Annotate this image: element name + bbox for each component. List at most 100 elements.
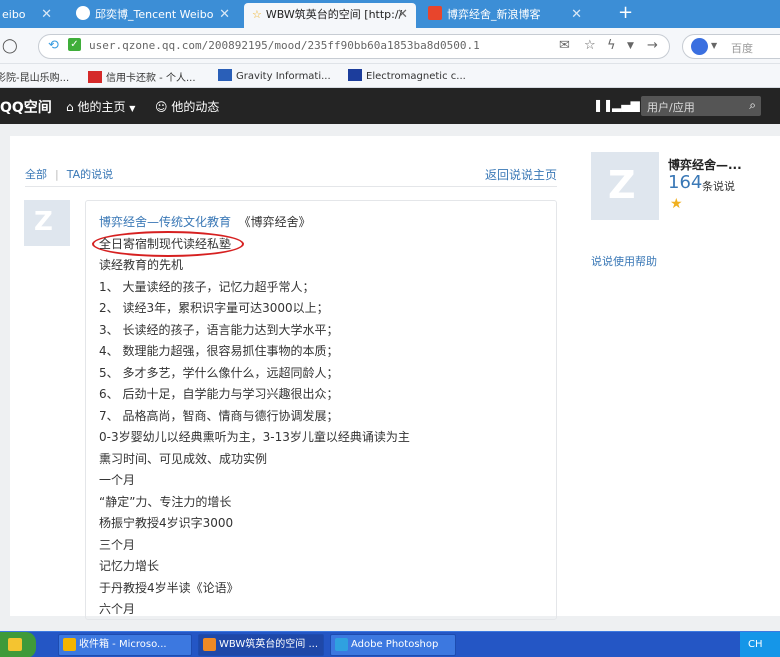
- profile-name[interactable]: 博弈经舍—...: [668, 156, 742, 173]
- taskbar-outlook[interactable]: 收件箱 - Microso...: [58, 634, 192, 656]
- refresh-icon[interactable]: ◯: [2, 38, 18, 54]
- back-to-mood-home-link[interactable]: 返回说说主页: [485, 166, 557, 183]
- post-author-link[interactable]: 博弈经舍—传统文化教育: [99, 215, 231, 229]
- qzone-page: 全部 | TA的说说 返回说说主页 Z 博弈经舍—传统文化教育 《博弈经舍》 全日寄…: [10, 136, 780, 620]
- search-icon[interactable]: ⌕: [749, 98, 756, 113]
- user-app-input[interactable]: 用户/应用: [647, 101, 695, 114]
- qzone-header: QQ空间 ⌂ 他的主页 ▼ ☺ 他的动态 ❚❚ ▂▄▆ 用户/应用 ⌕: [0, 88, 780, 124]
- bookmark-item[interactable]: Gravity Informati...: [218, 69, 331, 82]
- tab-sina-blog[interactable]: 博弈经舍_新浪博客 ✕: [420, 3, 590, 28]
- outlook-icon: [63, 638, 76, 651]
- post-line: 六个月: [99, 602, 136, 616]
- nav-his-home[interactable]: ⌂ 他的主页 ▼: [66, 98, 135, 115]
- home-icon: ⌂: [66, 100, 74, 114]
- nav-label: 他的主页: [77, 100, 126, 114]
- taskbar-label: WBW筑英台的空间 ...: [219, 639, 318, 650]
- close-icon[interactable]: ✕: [397, 3, 408, 27]
- bank-icon: [88, 71, 102, 83]
- eu-flag-icon: [348, 69, 362, 81]
- tab-qzone-active[interactable]: ☆ WBW筑英台的空间 [http:// ✕: [244, 3, 416, 28]
- go-arrow-icon[interactable]: →: [647, 38, 658, 53]
- windows-logo-icon: [8, 638, 22, 651]
- pause-icon[interactable]: ❚❚: [593, 98, 613, 112]
- post-line: 4、 数理能力超强，很容易抓住事物的本质；: [99, 344, 339, 358]
- search-input[interactable]: 百度: [731, 40, 753, 56]
- taskbar-photoshop[interactable]: Adobe Photoshop: [330, 634, 456, 656]
- mood-count: 164: [668, 172, 703, 193]
- chevron-down-icon: ▼: [129, 104, 136, 113]
- post-line: 读经教育的先机: [99, 258, 184, 272]
- post-line: 全日寄宿制现代读经私塾: [99, 237, 232, 251]
- filter-his-posts[interactable]: TA的说说: [67, 168, 113, 181]
- bookmark-label: 信用卡还款 - 个人...: [106, 73, 196, 84]
- bookmark-label: Gravity Informati...: [236, 71, 331, 82]
- tab-label: WBW筑英台的空间 [http://: [265, 8, 403, 21]
- qzone-default-avatar-icon: Z: [608, 163, 636, 207]
- close-icon[interactable]: ✕: [219, 3, 230, 27]
- mood-post: 博弈经舍—传统文化教育 《博弈经舍》 全日寄宿制现代读经私塾 读经教育的先机 1…: [85, 200, 557, 620]
- post-line: “静定”力、专注力的增长: [99, 495, 232, 509]
- lightning-icon[interactable]: ϟ: [607, 38, 616, 53]
- bookmark-label: Electromagnetic c...: [366, 71, 466, 82]
- tab-tencent-weibo[interactable]: 邱奕博_Tencent Weibo ✕: [68, 3, 238, 28]
- tab-weibo-partial[interactable]: eibo ✕: [0, 3, 60, 28]
- nav-his-feed[interactable]: ☺ 他的动态: [155, 98, 219, 115]
- qzone-default-avatar-icon: Z: [34, 207, 53, 237]
- mood-help-link[interactable]: 说说使用帮助: [591, 253, 657, 269]
- bookmark-item[interactable]: 信用卡还款 - 个人...: [88, 69, 196, 84]
- filter-all[interactable]: 全部: [25, 168, 47, 181]
- post-line: 6、 后劲十足，自学能力与学习兴趣很出众；: [99, 387, 339, 401]
- url-text[interactable]: user.qzone.qq.com/200892195/mood/235ff90…: [89, 39, 480, 52]
- new-tab-button[interactable]: +: [618, 2, 633, 23]
- feed-icon: ☺: [155, 100, 168, 114]
- bookmark-item[interactable]: 影院-昆山乐购...: [0, 69, 69, 84]
- avatar[interactable]: Z: [24, 200, 70, 246]
- weibo-icon: [76, 6, 90, 20]
- close-icon[interactable]: ✕: [41, 3, 52, 27]
- user-app-search[interactable]: 用户/应用 ⌕: [641, 96, 761, 116]
- taskbar-browser[interactable]: WBW筑英台的空间 ...: [198, 634, 324, 656]
- chevron-down-icon[interactable]: ▼: [627, 41, 634, 51]
- browser-tab-bar: eibo ✕ 邱奕博_Tencent Weibo ✕ ☆ WBW筑英台的空间 [h…: [0, 0, 780, 28]
- post-line: 熏习时间、可见成效、成功实例: [99, 452, 268, 466]
- post-line: 1、 大量读经的孩子，记忆力超乎常人；: [99, 280, 315, 294]
- post-line: 记忆力增长: [99, 559, 160, 573]
- windows-taskbar: 收件箱 - Microso... WBW筑英台的空间 ... Adobe Pho…: [0, 631, 780, 657]
- chevron-down-icon[interactable]: ▼: [711, 41, 717, 50]
- compat-icon[interactable]: ⟲: [48, 38, 59, 53]
- profile-avatar[interactable]: Z: [591, 152, 659, 220]
- bookmark-label: 影院-昆山乐购...: [0, 73, 70, 84]
- post-line: 3、 长读经的孩子，语言能力达到大学水平；: [99, 323, 339, 337]
- bookmark-item[interactable]: Electromagnetic c...: [348, 69, 466, 82]
- browser-icon: [203, 638, 216, 651]
- mail-icon[interactable]: ✉: [559, 38, 570, 53]
- tab-label: 博弈经舍_新浪博客: [447, 8, 541, 21]
- navigation-bar: ◯ ⟲ ✓ user.qzone.qq.com/200892195/mood/2…: [0, 28, 780, 64]
- language-indicator[interactable]: CH: [740, 632, 780, 657]
- address-bar[interactable]: ⟲ ✓ user.qzone.qq.com/200892195/mood/235…: [38, 34, 670, 59]
- baidu-paw-icon: [691, 38, 708, 55]
- mood-count-unit: 条说说: [702, 180, 735, 193]
- bookmarks-bar: 影院-昆山乐购... 信用卡还款 - 个人... Gravity Informa…: [0, 64, 780, 88]
- divider: [25, 186, 557, 187]
- filter-separator: |: [55, 168, 59, 181]
- post-line: 0-3岁婴幼儿以经典熏听为主，3-13岁儿童以经典诵读为主: [99, 430, 410, 444]
- nav-label: 他的动态: [171, 100, 220, 114]
- pdb-icon: [218, 69, 232, 81]
- search-box[interactable]: ▼ 百度: [682, 34, 780, 59]
- taskbar-label: 收件箱 - Microso...: [79, 639, 167, 650]
- tab-label: 邱奕博_Tencent Weibo: [95, 8, 214, 21]
- post-line: 2、 读经3年，累积识字量可达3000以上；: [99, 301, 329, 315]
- close-icon[interactable]: ✕: [571, 3, 582, 27]
- secure-check-icon: ✓: [68, 38, 81, 51]
- start-button[interactable]: [0, 632, 36, 657]
- photoshop-icon: [335, 638, 348, 651]
- post-title: 博弈经舍—传统文化教育 《博弈经舍》: [99, 213, 311, 230]
- post-line: 杨振宁教授4岁识字3000: [99, 516, 234, 530]
- star-favicon-icon: ☆: [252, 8, 262, 21]
- favorite-star-icon[interactable]: ☆: [584, 38, 596, 53]
- signal-bars-icon[interactable]: ▂▄▆: [612, 98, 640, 112]
- vip-star-icon: ★: [670, 196, 683, 212]
- qzone-logo[interactable]: QQ空间: [0, 97, 52, 117]
- post-line: 于丹教授4岁半读《论语》: [99, 581, 239, 595]
